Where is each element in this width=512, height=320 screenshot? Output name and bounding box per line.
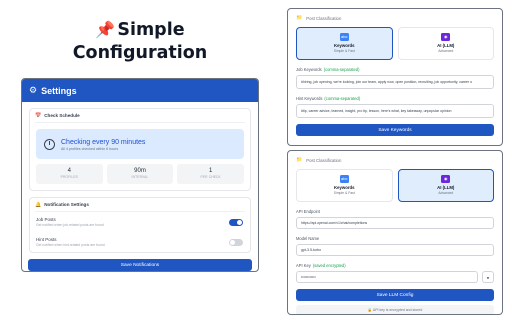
classification-mode-selector: abc Keywords Simple & Fast ◉ AI (LLM) Ad… — [288, 169, 502, 202]
mode-keywords-option[interactable]: abc Keywords Simple & Fast — [296, 169, 393, 202]
show-key-icon[interactable]: ● — [482, 271, 494, 283]
job-posts-row: Job Posts Get notified when job-related … — [30, 212, 250, 232]
stats-row: 4 PROFILES 90m INTERVAL 1 PER CHECK — [36, 164, 245, 184]
robot-icon: ◉ — [441, 33, 451, 41]
card-title: Post Classification — [306, 15, 342, 21]
mode-ai-option[interactable]: ◉ AI (LLM) Advanced — [397, 27, 494, 60]
settings-panel: ⚙ Settings 📅 Check Schedule Checking eve… — [21, 78, 259, 272]
hero-line-2: Configuration — [72, 43, 208, 63]
check-schedule-section: 📅 Check Schedule Checking every 90 minut… — [29, 108, 251, 191]
classification-mode-selector: abc Keywords Simple & Fast ◉ AI (LLM) Ad… — [288, 27, 502, 60]
api-endpoint-label: API Endpoint — [296, 209, 320, 214]
notification-settings-section: 🔔 Notification Settings Job Posts Get no… — [29, 197, 251, 253]
save-keywords-button[interactable]: Save Keywords — [296, 124, 494, 136]
job-keywords-label: Job Keywords (comma-separated) — [296, 67, 360, 72]
hero-title: 📌 Simple Configuration — [70, 18, 210, 65]
bell-icon: 🔔 — [35, 201, 42, 208]
model-name-input[interactable]: gpt-3.5-turbo — [296, 244, 494, 256]
folder-icon: 📁 — [296, 15, 303, 21]
divider — [35, 122, 245, 123]
check-schedule-title: Check Schedule — [44, 113, 80, 118]
api-key-input[interactable]: •••••••••••• — [296, 271, 478, 283]
job-keywords-input[interactable]: #hiring, job opening, we're looking, joi… — [296, 75, 494, 89]
post-classification-llm-panel: 📁 Post Classification abc Keywords Simpl… — [287, 150, 503, 315]
stat-profiles: 4 PROFILES — [36, 164, 103, 184]
hero-line-1: 📌 Simple — [95, 20, 185, 40]
check-interval-banner: Checking every 90 minutes All 4 profiles… — [36, 129, 244, 159]
save-notifications-button[interactable]: Save Notifications — [28, 259, 252, 271]
save-llm-config-button[interactable]: Save LLM Config — [296, 289, 494, 301]
keywords-icon: abc — [339, 33, 349, 41]
notification-settings-title: Notification Settings — [44, 202, 89, 207]
post-classification-keywords-panel: 📁 Post Classification abc Keywords Simpl… — [287, 8, 503, 146]
card-title: Post Classification — [306, 157, 342, 163]
gear-icon: ⚙ — [29, 85, 38, 95]
keywords-icon: abc — [339, 175, 349, 183]
hint-keywords-input[interactable]: #tip, career advice, learned, insight, p… — [296, 104, 494, 118]
model-name-label: Model Name — [296, 236, 320, 241]
robot-icon: ◉ — [441, 175, 451, 183]
mode-ai-option[interactable]: ◉ AI (LLM) Advanced — [397, 169, 494, 202]
stat-per-check: 1 PER CHECK — [177, 164, 245, 184]
calendar-icon: 📅 — [35, 112, 42, 119]
stopwatch-icon — [44, 138, 55, 150]
mode-keywords-option[interactable]: abc Keywords Simple & Fast — [296, 27, 393, 60]
hint-posts-toggle[interactable] — [229, 238, 243, 246]
settings-title: Settings — [41, 85, 77, 96]
settings-header: ⚙ Settings — [22, 79, 258, 102]
hint-posts-row: Hint Posts Get notified when hint-relate… — [30, 232, 250, 252]
check-interval-subtext: All 4 profiles checked within 6 hours — [61, 146, 119, 151]
job-posts-toggle[interactable] — [229, 218, 243, 226]
check-interval-text: Checking every 90 minutes — [61, 138, 146, 146]
hint-keywords-label: Hint Keywords (comma-separated) — [296, 96, 361, 101]
api-endpoint-input[interactable]: https://api.openai.com/v1/chat/completio… — [296, 217, 494, 229]
api-key-label: API Key (saved encrypted) — [296, 263, 346, 268]
folder-icon: 📁 — [296, 157, 303, 163]
pushpin-icon: 📌 — [95, 20, 116, 39]
stat-interval: 90m INTERVAL — [106, 164, 174, 184]
encryption-note: 🔒 API key is encrypted and stored — [296, 305, 494, 314]
